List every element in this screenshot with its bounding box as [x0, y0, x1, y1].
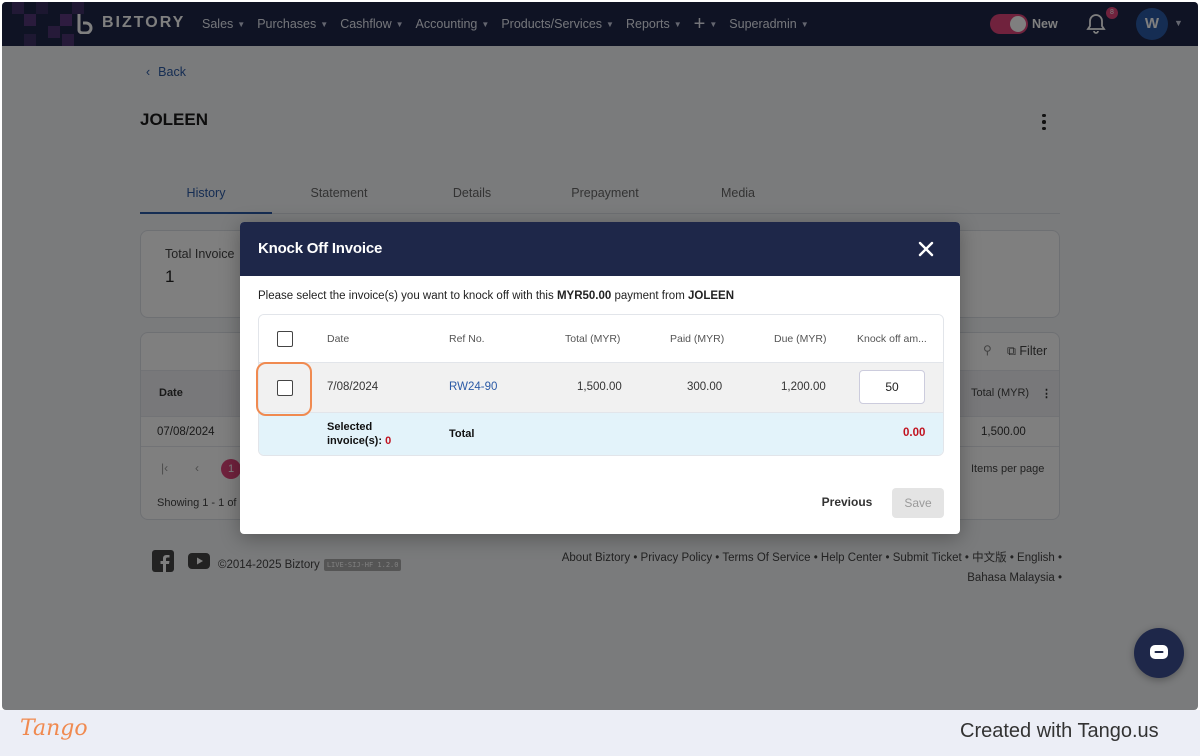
modal-description: Please select the invoice(s) you want to…	[258, 290, 734, 302]
invoice-table: Date Ref No. Total (MYR) Paid (MYR) Due …	[258, 314, 944, 456]
column-header-ref: Ref No.	[449, 333, 485, 345]
close-icon[interactable]	[916, 239, 936, 259]
invoice-due: 1,200.00	[781, 381, 826, 393]
column-header-paid: Paid (MYR)	[670, 333, 725, 345]
column-header-knock-off: Knock off am...	[857, 333, 927, 345]
table-row: 7/08/2024 RW24-90 1,500.00 300.00 1,200.…	[259, 363, 943, 413]
selected-invoices-label: Selected invoice(s): 0	[327, 420, 391, 448]
select-all-checkbox[interactable]	[277, 331, 293, 347]
selected-label-text: invoice(s):	[327, 435, 386, 447]
modal-header: Knock Off Invoice	[240, 222, 960, 276]
save-button[interactable]: Save	[892, 488, 944, 518]
screen: BIZTORY Sales▼ Purchases▼ Cashflow▼ Acco…	[2, 2, 1198, 710]
previous-button[interactable]: Previous	[814, 490, 880, 514]
invoice-ref-link[interactable]: RW24-90	[449, 381, 497, 393]
desc-customer: JOLEEN	[687, 290, 734, 302]
invoice-table-header: Date Ref No. Total (MYR) Paid (MYR) Due …	[259, 315, 943, 363]
total-label: Total	[449, 428, 475, 440]
selected-label-line1: Selected	[327, 421, 373, 433]
desc-prefix: Please select the invoice(s) you want to…	[258, 290, 557, 302]
modal-title: Knock Off Invoice	[258, 240, 383, 257]
invoice-paid: 300.00	[687, 381, 723, 393]
tango-credit: Created with Tango.us	[960, 720, 1159, 742]
knock-off-amount-input[interactable]: 50	[859, 370, 925, 404]
tango-logo: Tango	[20, 716, 88, 741]
column-header-total: Total (MYR)	[565, 333, 621, 345]
app-root: BIZTORY Sales▼ Purchases▼ Cashflow▼ Acco…	[0, 0, 1200, 756]
column-header-date: Date	[327, 333, 350, 345]
chat-widget[interactable]	[1134, 628, 1184, 678]
selected-label-line2: invoice(s): 0	[327, 434, 391, 448]
total-value: 0.00	[903, 427, 926, 439]
chat-icon	[1150, 645, 1168, 659]
desc-amount: MYR50.00	[556, 290, 612, 302]
totals-row: Selected invoice(s): 0 Total 0.00	[259, 413, 943, 455]
selected-count: 0	[385, 435, 392, 447]
invoice-total: 1,500.00	[577, 381, 622, 393]
desc-mid: payment from	[611, 290, 688, 302]
column-header-due: Due (MYR)	[774, 333, 827, 345]
click-highlight	[256, 362, 312, 416]
knock-off-modal: Knock Off Invoice Please select the invo…	[240, 222, 960, 534]
invoice-date: 7/08/2024	[327, 381, 379, 393]
